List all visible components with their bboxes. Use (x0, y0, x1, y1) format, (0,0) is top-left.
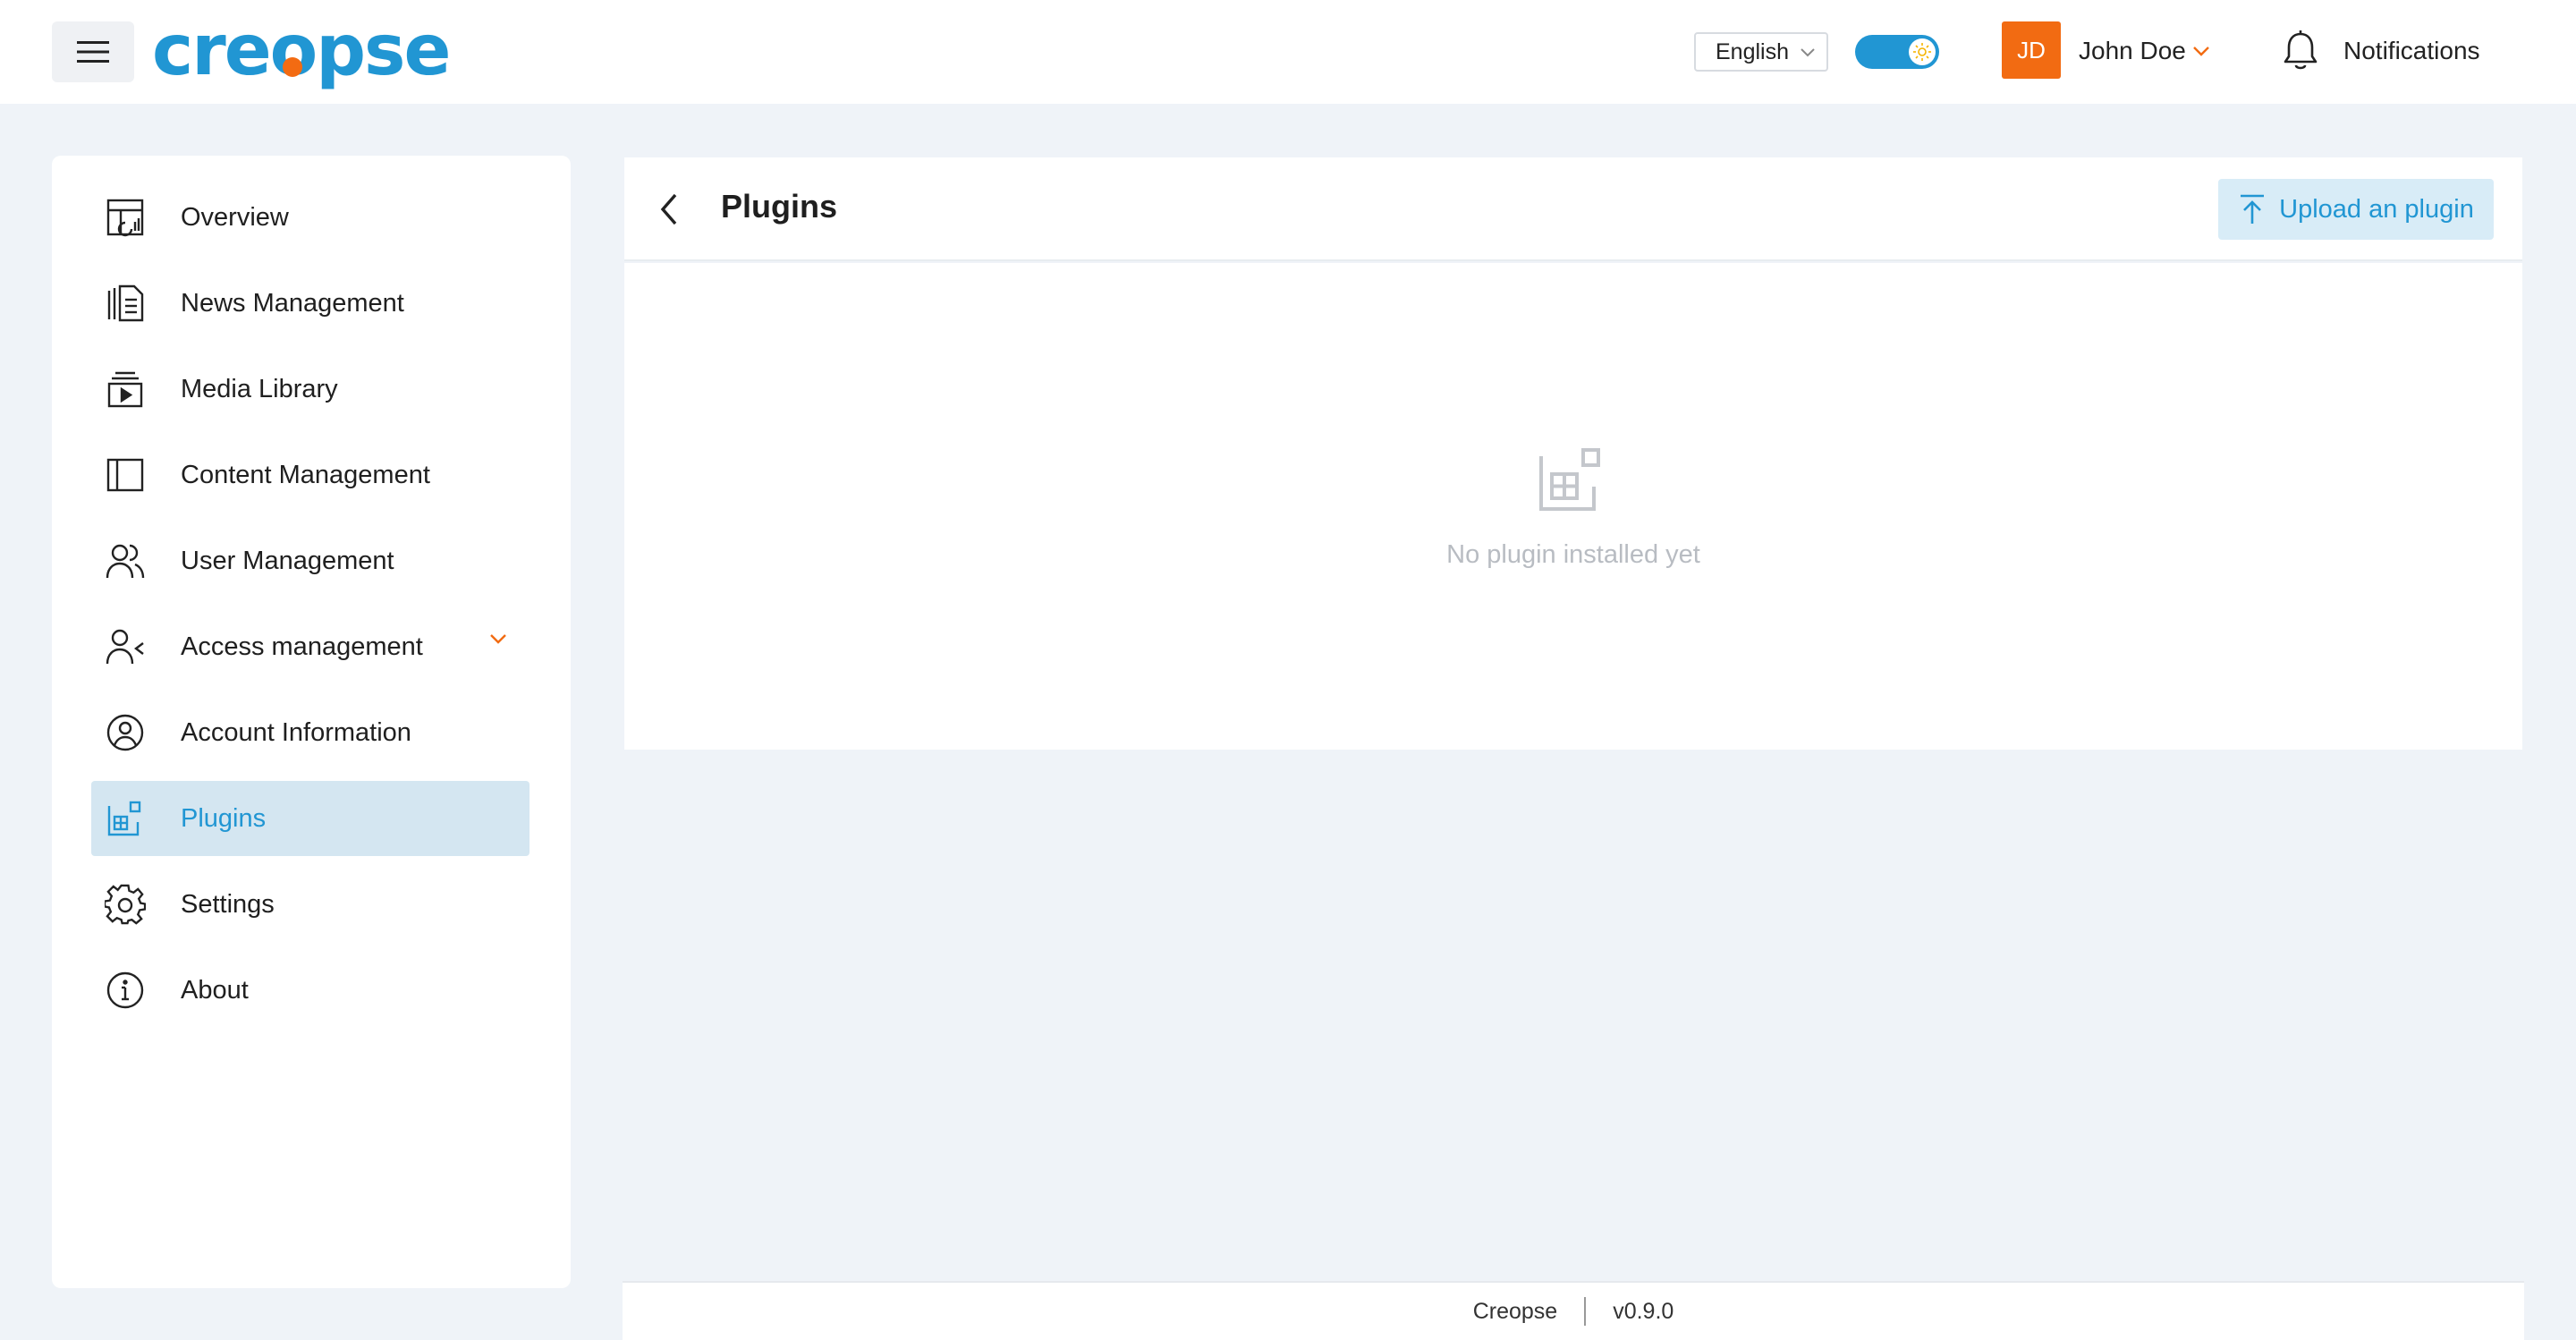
sidebar-item-label: Overview (181, 202, 289, 232)
sidebar-item-overview[interactable]: Overview (91, 180, 530, 255)
users-icon (104, 539, 147, 582)
page-header: Plugins Upload an plugin (624, 157, 2522, 261)
logo-text-end: pse (316, 11, 451, 91)
chevron-down-icon[interactable] (488, 632, 508, 645)
upload-icon (2241, 194, 2265, 224)
logo-o: o (269, 11, 318, 91)
notifications-label: Notifications (2343, 37, 2480, 64)
avatar[interactable]: JD (2002, 21, 2061, 79)
back-button[interactable] (644, 184, 694, 234)
page-title: Plugins (721, 188, 838, 225)
sidebar-item-label: Media Library (181, 374, 338, 403)
sidebar-item-media-library[interactable]: Media Library (91, 352, 530, 427)
empty-state-message: No plugin installed yet (1446, 540, 1700, 569)
logo-text-o: o (269, 11, 318, 91)
bell-icon (2284, 30, 2318, 70)
sidebar-item-plugins[interactable]: Plugins (91, 781, 530, 856)
chevron-left-icon (660, 193, 677, 225)
sidebar-item-label: Account Information (181, 717, 411, 747)
plugins-panel: No plugin installed yet (624, 263, 2522, 750)
theme-toggle[interactable] (1855, 35, 1939, 69)
chevron-down-icon (1801, 48, 1815, 57)
sidebar-item-news-management[interactable]: News Management (91, 266, 530, 341)
sidebar-item-label: Settings (181, 889, 275, 919)
news-icon (104, 282, 147, 325)
chevron-down-icon (2193, 47, 2209, 56)
sidebar-item-label: News Management (181, 288, 404, 318)
sidebar-item-label: Content Management (181, 460, 430, 489)
plugins-icon (1539, 448, 1600, 511)
upload-plugin-button[interactable]: Upload an plugin (2218, 179, 2494, 240)
sidebar-item-settings[interactable]: Settings (91, 867, 530, 942)
sidebar-item-label: Access management (181, 632, 423, 661)
sidebar-item-content-management[interactable]: Content Management (91, 437, 530, 513)
sidebar-item-label: Plugins (181, 803, 267, 833)
sidebar-item-about[interactable]: About (91, 953, 530, 1028)
access-icon (104, 625, 147, 668)
sun-icon (1913, 43, 1931, 61)
sidebar-item-access-management[interactable]: Access management (91, 609, 530, 684)
sidebar-item-label: About (181, 975, 249, 1005)
account-icon (104, 711, 147, 754)
logo-text-start: cre (152, 11, 272, 91)
media-library-icon (104, 368, 147, 411)
language-value: English (1716, 38, 1789, 64)
toggle-knob (1909, 38, 1936, 65)
content-icon (104, 454, 147, 496)
footer-divider (1584, 1297, 1587, 1326)
hamburger-icon (77, 41, 109, 63)
footer-app-name: Creopse (1472, 1298, 1558, 1324)
language-select[interactable]: English (1694, 32, 1828, 72)
info-icon (104, 969, 147, 1012)
sidebar-item-label: User Management (181, 546, 394, 575)
overview-icon (104, 196, 147, 239)
sidebar-item-account-information[interactable]: Account Information (91, 695, 530, 770)
upload-label: Upload an plugin (2279, 194, 2474, 224)
plugins-icon (104, 797, 147, 840)
user-menu[interactable]: John Doe (2079, 32, 2211, 70)
footer-version: v0.9.0 (1613, 1298, 1674, 1324)
logo[interactable]: cre o pse (152, 11, 451, 91)
footer: Creopse v0.9.0 (623, 1281, 2524, 1340)
user-name: John Doe (2079, 37, 2186, 64)
avatar-initials: JD (2017, 36, 2046, 64)
sidebar-item-user-management[interactable]: User Management (91, 523, 530, 598)
sidebar: Overview News Management Media Library C… (52, 156, 571, 1288)
top-bar: cre o pse English JD John Doe Notificati… (0, 0, 2576, 104)
menu-button[interactable] (52, 21, 134, 82)
gear-icon (104, 883, 147, 926)
notifications-button[interactable]: Notifications (2281, 27, 2480, 75)
